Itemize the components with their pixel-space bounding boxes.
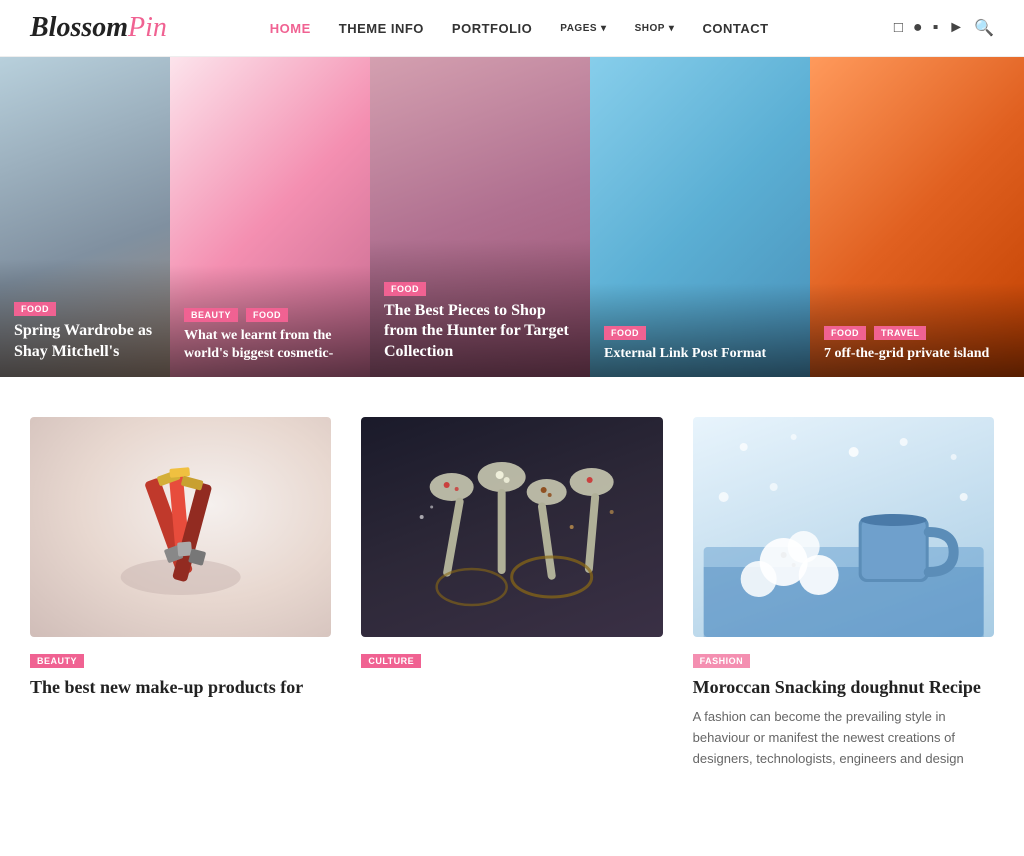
tag-fashion[interactable]: FASHION (693, 654, 751, 668)
hero-title-4: External Link Post Format (604, 345, 796, 363)
nav-pages-label: PAGES (560, 23, 597, 34)
post-tag-1[interactable]: BEAUTY (30, 651, 331, 676)
post-thumb-2 (361, 417, 662, 637)
hero-card-5[interactable]: FOOD TRAVEL 7 off-the-grid private islan… (810, 57, 1024, 377)
beauty-illustration (30, 417, 331, 637)
tag-food[interactable]: FOOD (824, 326, 866, 340)
post-title-3: Moroccan Snacking doughnut Recipe (693, 676, 994, 699)
hero-tags-1: FOOD (14, 299, 156, 321)
nav-portfolio[interactable]: PORTFOLIO (452, 21, 532, 36)
site-logo[interactable]: BlossomPin (30, 12, 167, 44)
hero-tags-4: FOOD (604, 323, 796, 345)
post-thumb-3 (693, 417, 994, 637)
tag-culture[interactable]: CULTURE (361, 654, 421, 668)
logo-part2: Pin (128, 12, 167, 43)
hero-title-3: The Best Pieces to Shop from the Hunter … (384, 301, 576, 363)
nav-theme-info[interactable]: THEME INFO (339, 21, 424, 36)
tag-food[interactable]: FOOD (604, 326, 646, 340)
main-content: BEAUTY The best new make-up products for (0, 377, 1024, 790)
post-tag-3[interactable]: FASHION (693, 651, 994, 676)
search-icon[interactable]: 🔍 (974, 18, 994, 38)
post-card-2[interactable]: CULTURE (361, 417, 662, 770)
winter-illustration (693, 417, 994, 637)
chevron-down-icon: ▾ (669, 23, 675, 34)
post-tag-2[interactable]: CULTURE (361, 651, 662, 676)
nav-contact[interactable]: CONTACT (702, 21, 768, 36)
instagram-icon[interactable]: □ (894, 20, 903, 37)
tag-beauty[interactable]: BEAUTY (184, 308, 238, 322)
hero-tags-5: FOOD TRAVEL (824, 323, 1010, 345)
social-icons-bar:  □ ● ▪ ► 🔍 (871, 18, 994, 38)
site-header: BlossomPin HOME THEME INFO PORTFOLIO PAG… (0, 0, 1024, 57)
post-title-1: The best new make-up products for (30, 676, 331, 699)
main-nav: HOME THEME INFO PORTFOLIO PAGES ▾ SHOP ▾… (270, 21, 769, 36)
chevron-down-icon: ▾ (601, 23, 607, 34)
post-thumb-1 (30, 417, 331, 637)
facebook-icon[interactable]:  (871, 19, 883, 37)
hero-card-2[interactable]: BEAUTY FOOD What we learnt from the worl… (170, 57, 370, 377)
tag-travel[interactable]: TRAVEL (874, 326, 926, 340)
hero-card-3[interactable]: FOOD The Best Pieces to Shop from the Hu… (370, 57, 590, 377)
linkedin-icon[interactable]: ▪ (933, 19, 939, 37)
tag-food[interactable]: FOOD (14, 302, 56, 316)
spices-illustration (361, 417, 662, 637)
hero-title-2: What we learnt from the world's biggest … (184, 327, 356, 363)
youtube-icon[interactable]: ► (948, 19, 964, 37)
pinterest-icon[interactable]: ● (913, 19, 923, 37)
logo-part1: Blossom (30, 12, 128, 43)
tag-food[interactable]: FOOD (384, 282, 426, 296)
hero-tags-2: BEAUTY FOOD (184, 305, 356, 327)
hero-title-1: Spring Wardrobe as Shay Mitchell's (14, 321, 156, 363)
post-excerpt-3: A fashion can become the prevailing styl… (693, 707, 994, 769)
nav-home[interactable]: HOME (270, 21, 311, 36)
post-card-3[interactable]: FASHION Moroccan Snacking doughnut Recip… (693, 417, 994, 770)
tag-beauty[interactable]: BEAUTY (30, 654, 84, 668)
nav-shop[interactable]: SHOP ▾ (635, 23, 675, 34)
hero-tags-3: FOOD (384, 279, 576, 301)
post-card-1[interactable]: BEAUTY The best new make-up products for (30, 417, 331, 770)
tag-food[interactable]: FOOD (246, 308, 288, 322)
nav-shop-label: SHOP (635, 23, 665, 34)
hero-slider: FOOD Spring Wardrobe as Shay Mitchell's … (0, 57, 1024, 377)
hero-card-4[interactable]: FOOD External Link Post Format (590, 57, 810, 377)
hero-title-5: 7 off-the-grid private island (824, 345, 1010, 363)
hero-card-1[interactable]: FOOD Spring Wardrobe as Shay Mitchell's (0, 57, 170, 377)
nav-pages[interactable]: PAGES ▾ (560, 23, 606, 34)
posts-grid: BEAUTY The best new make-up products for (30, 417, 994, 770)
